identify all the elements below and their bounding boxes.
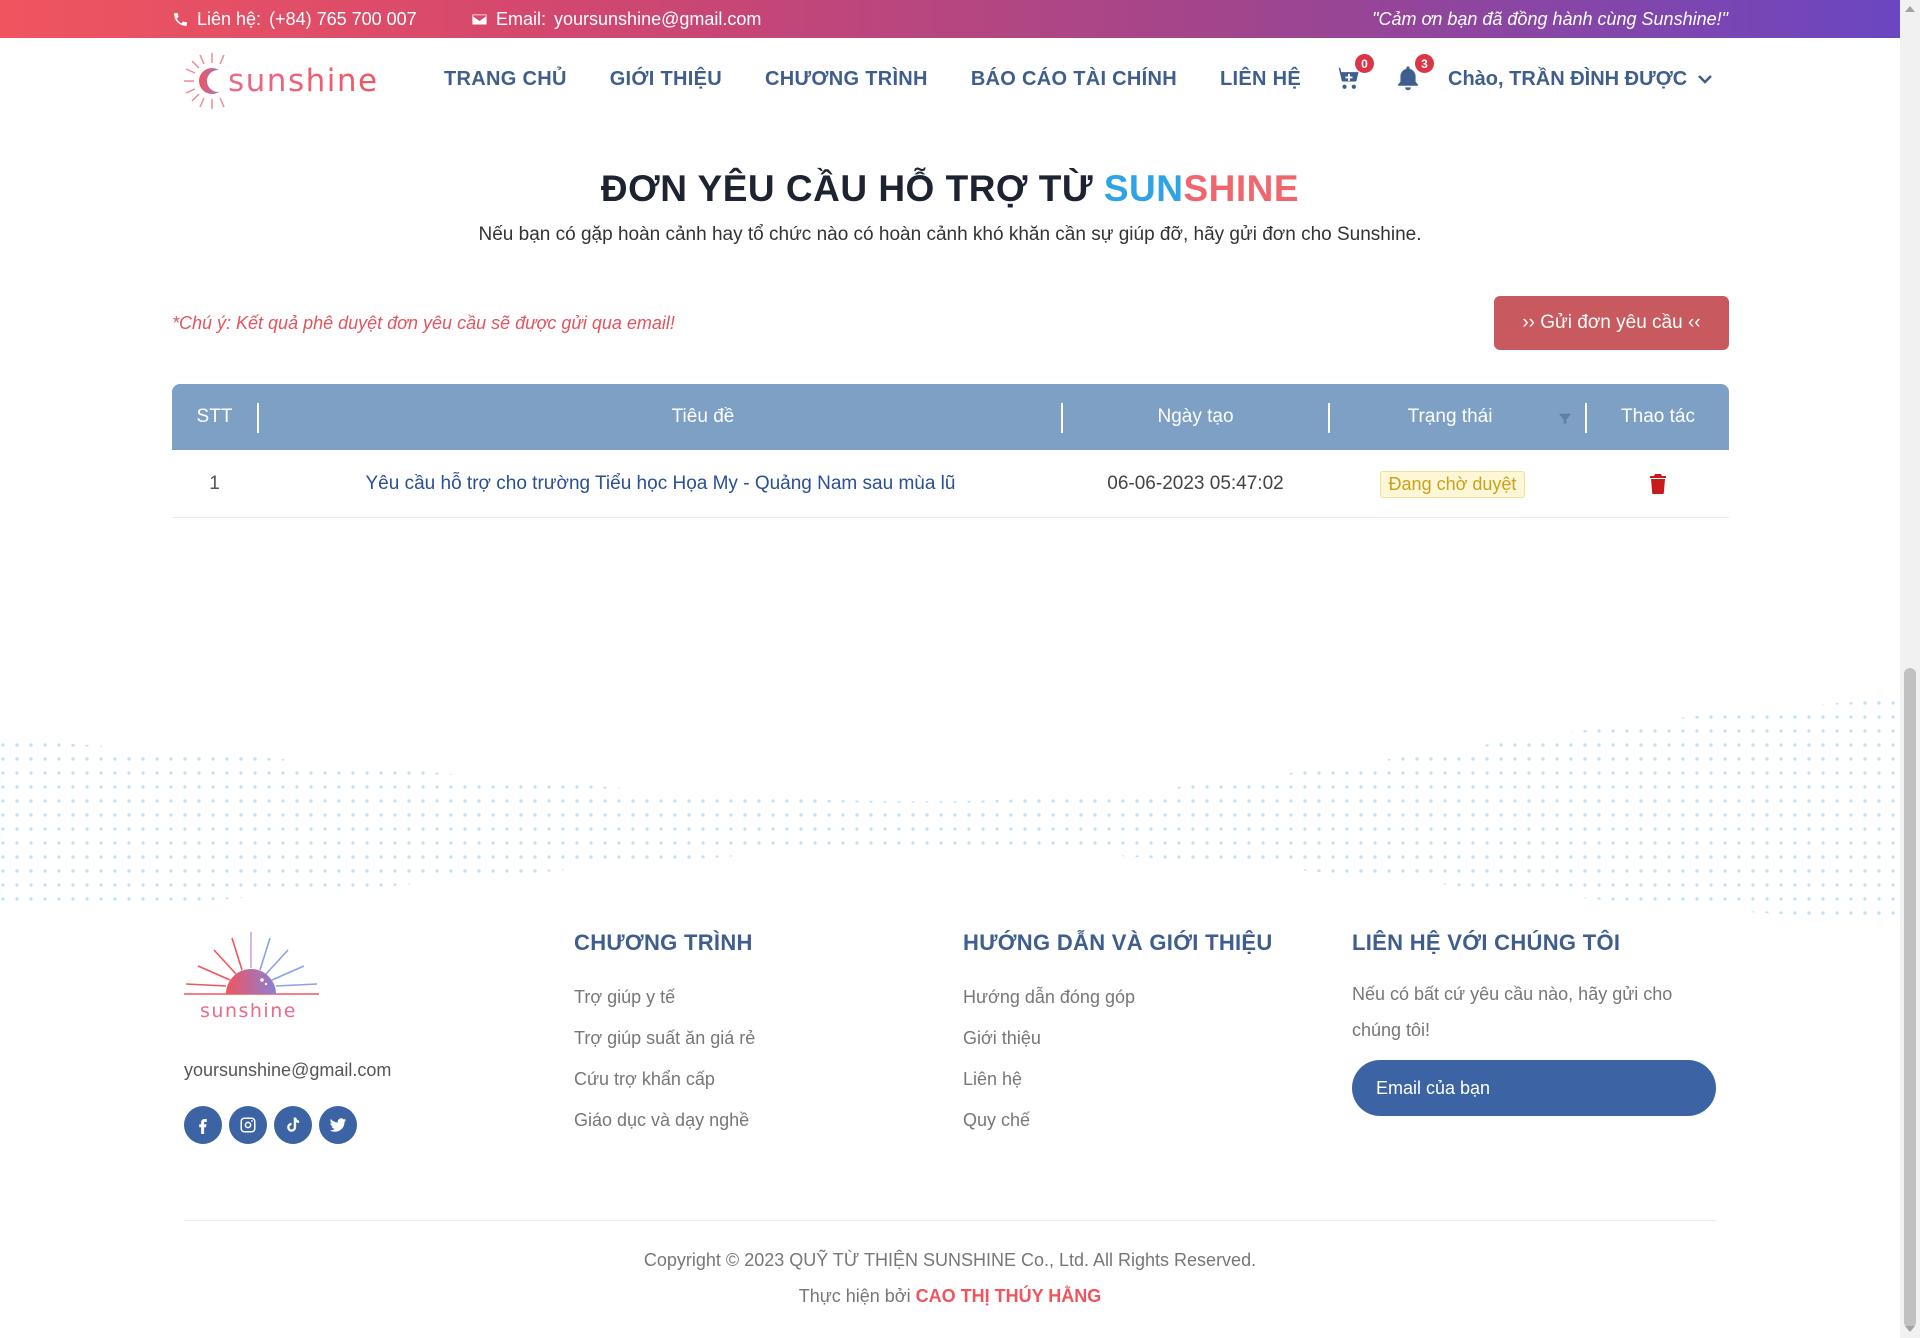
nav-about[interactable]: GIỚI THIỆU: [610, 68, 722, 91]
table-header: STT Tiêu đề Ngày tạo Trạng thái Thao tác: [172, 384, 1729, 450]
footer-divider: [184, 1220, 1716, 1221]
footer-guide-title: HƯỚNG DẪN VÀ GIỚI THIỆU: [963, 930, 1273, 955]
row-created-date: 06-06-2023 05:47:02: [1107, 473, 1284, 494]
status-filter-button[interactable]: [1558, 410, 1572, 425]
copyright-text: Copyright © 2023 QUỸ TỪ THIỆN SUNSHINE C…: [643, 1250, 1257, 1270]
nav-financial-report[interactable]: BÁO CÁO TÀI CHÍNH: [971, 68, 1177, 91]
footer-link-regulations[interactable]: Quy chế: [963, 1107, 1273, 1148]
scroll-up-arrow-icon[interactable]: [1905, 6, 1915, 12]
scrollbar-thumb[interactable]: [1904, 668, 1916, 1328]
main-nav: TRANG CHỦ GIỚI THIỆU CHƯƠNG TRÌNH BÁO CÁ…: [444, 38, 1344, 120]
site-logo[interactable]: sunshine: [182, 48, 382, 114]
notification-count-badge: 3: [1415, 54, 1434, 73]
footer-contact-title: LIÊN HỆ VỚI CHÚNG TÔI: [1352, 930, 1621, 955]
footer-link-contact[interactable]: Liên hệ: [963, 1066, 1273, 1107]
email-label: Email:: [496, 8, 547, 29]
envelope-icon: [472, 14, 487, 24]
user-menu[interactable]: Chào, TRẦN ĐÌNH ĐƯỢC: [1448, 38, 1713, 120]
footer-programs-title: CHƯƠNG TRÌNH: [574, 930, 753, 955]
tiktok-link[interactable]: [274, 1106, 312, 1144]
requests-table: STT Tiêu đề Ngày tạo Trạng thái Thao tác…: [172, 384, 1729, 518]
status-badge: Đang chờ duyệt: [1379, 470, 1526, 498]
notification-button[interactable]: 3: [1394, 54, 1434, 94]
twitter-link[interactable]: [319, 1106, 357, 1144]
facebook-link[interactable]: [184, 1106, 222, 1144]
nav-contact[interactable]: LIÊN HỆ: [1220, 68, 1301, 91]
footer-email[interactable]: yoursunshine@gmail.com: [184, 1060, 391, 1081]
footer-link-cheap-meals[interactable]: Trợ giúp suất ăn giá rẻ: [574, 1025, 755, 1066]
email-address: yoursunshine@gmail.com: [554, 8, 762, 29]
footer-guide-column: HƯỚNG DẪN VÀ GIỚI THIỆU Hướng dẫn đóng g…: [963, 920, 1273, 1148]
send-request-button[interactable]: ›› Gửi đơn yêu cầu ‹‹: [1494, 296, 1729, 350]
row-title-link[interactable]: Yêu cầu hỗ trợ cho trường Tiểu học Họa M…: [259, 450, 1062, 518]
col-status[interactable]: Trạng thái: [1330, 384, 1570, 450]
topbar-phone[interactable]: Liên hệ: (+84) 765 700 007: [172, 0, 417, 38]
footer-contact-text: Nếu có bất cứ yêu cầu nào, hãy gửi cho c…: [1352, 984, 1673, 1040]
twitter-icon: [329, 1118, 347, 1132]
footer-link-donation-guide[interactable]: Hướng dẫn đóng góp: [963, 984, 1273, 1025]
footer-programs-column: CHƯƠNG TRÌNH Trợ giúp y tế Trợ giúp suất…: [574, 920, 755, 1148]
topbar-email[interactable]: Email: yoursunshine@gmail.com: [471, 0, 761, 38]
phone-label: Liên hệ:: [197, 8, 262, 29]
col-created-date[interactable]: Ngày tạo: [1063, 384, 1328, 450]
social-links: [184, 1106, 357, 1144]
footer-link-medical-aid[interactable]: Trợ giúp y tế: [574, 984, 755, 1025]
instagram-icon: [240, 1117, 256, 1133]
chevron-down-icon: [1698, 75, 1713, 84]
logo-text: sunshine: [228, 63, 379, 99]
site-header: sunshine TRANG CHỦ GIỚI THIỆU CHƯƠNG TRÌ…: [0, 38, 1900, 120]
phone-number: (+84) 765 700 007: [269, 8, 417, 29]
table-row: 1 Yêu cầu hỗ trợ cho trường Tiểu học Họa…: [172, 450, 1729, 518]
page-subtitle: Nếu bạn có gặp hoàn cảnh hay tổ chức nào…: [478, 224, 1422, 245]
filter-icon: [1558, 413, 1572, 425]
col-stt[interactable]: STT: [172, 384, 257, 450]
footer-contact-column: LIÊN HỆ VỚI CHÚNG TÔI Nếu có bất cứ yêu …: [1352, 920, 1722, 1116]
tiktok-icon: [287, 1117, 300, 1132]
page-title-sun: SUN: [1103, 168, 1184, 209]
col-title[interactable]: Tiêu đề: [259, 384, 1147, 450]
footer-logo-text: sunshine: [200, 1000, 297, 1022]
topbar-quote: "Cảm ơn bạn đã đồng hành cùng Sunshine!": [1372, 8, 1728, 29]
nav-home[interactable]: TRANG CHỦ: [444, 68, 567, 91]
phone-icon: [174, 12, 187, 26]
site-footer: sunshine yoursunshine@gmail.com CHƯƠNG T…: [0, 920, 1900, 1338]
page-scrollbar[interactable]: [1900, 0, 1920, 1338]
row-status-cell: Đang chờ duyệt: [1330, 450, 1575, 518]
footer-link-about[interactable]: Giới thiệu: [963, 1025, 1273, 1066]
cart-count-badge: 0: [1355, 54, 1374, 73]
facebook-icon: [199, 1119, 207, 1134]
made-by-text: Thực hiện bởi CAO THỊ THÚY HẰNG: [0, 1286, 1900, 1307]
author-name: CAO THỊ THÚY HẰNG: [915, 1286, 1102, 1306]
made-by-prefix: Thực hiện bởi: [798, 1286, 916, 1306]
approval-note: *Chú ý: Kết quả phê duyệt đơn yêu cầu sẽ…: [172, 313, 675, 333]
top-contact-bar: Liên hệ: (+84) 765 700 007 Email: yoursu…: [0, 0, 1900, 38]
user-greeting: Chào, TRẦN ĐÌNH ĐƯỢC: [1448, 67, 1688, 90]
nav-programs[interactable]: CHƯƠNG TRÌNH: [765, 68, 928, 91]
scroll-down-arrow-icon[interactable]: [1905, 1326, 1915, 1332]
footer-link-emergency-relief[interactable]: Cứu trợ khẩn cấp: [574, 1066, 755, 1107]
delete-row-button[interactable]: [1587, 450, 1729, 518]
dotted-wave-decoration: [0, 700, 1900, 920]
newsletter-email-input[interactable]: [1352, 1060, 1716, 1116]
header-icons: 0 3: [1334, 38, 1434, 120]
trash-icon: [1650, 474, 1666, 494]
page-title-shine: SHINE: [1183, 168, 1300, 209]
page-title: ĐƠN YÊU CẦU HỖ TRỢ TỪ SUNSHINE: [0, 168, 1900, 210]
row-stt: 1: [209, 473, 220, 494]
page-title-prefix: ĐƠN YÊU CẦU HỖ TRỢ TỪ: [600, 168, 1104, 209]
footer-link-education[interactable]: Giáo dục và dạy nghề: [574, 1107, 755, 1148]
cart-button[interactable]: 0: [1334, 54, 1374, 94]
instagram-link[interactable]: [229, 1106, 267, 1144]
col-actions[interactable]: Thao tác: [1587, 384, 1729, 450]
